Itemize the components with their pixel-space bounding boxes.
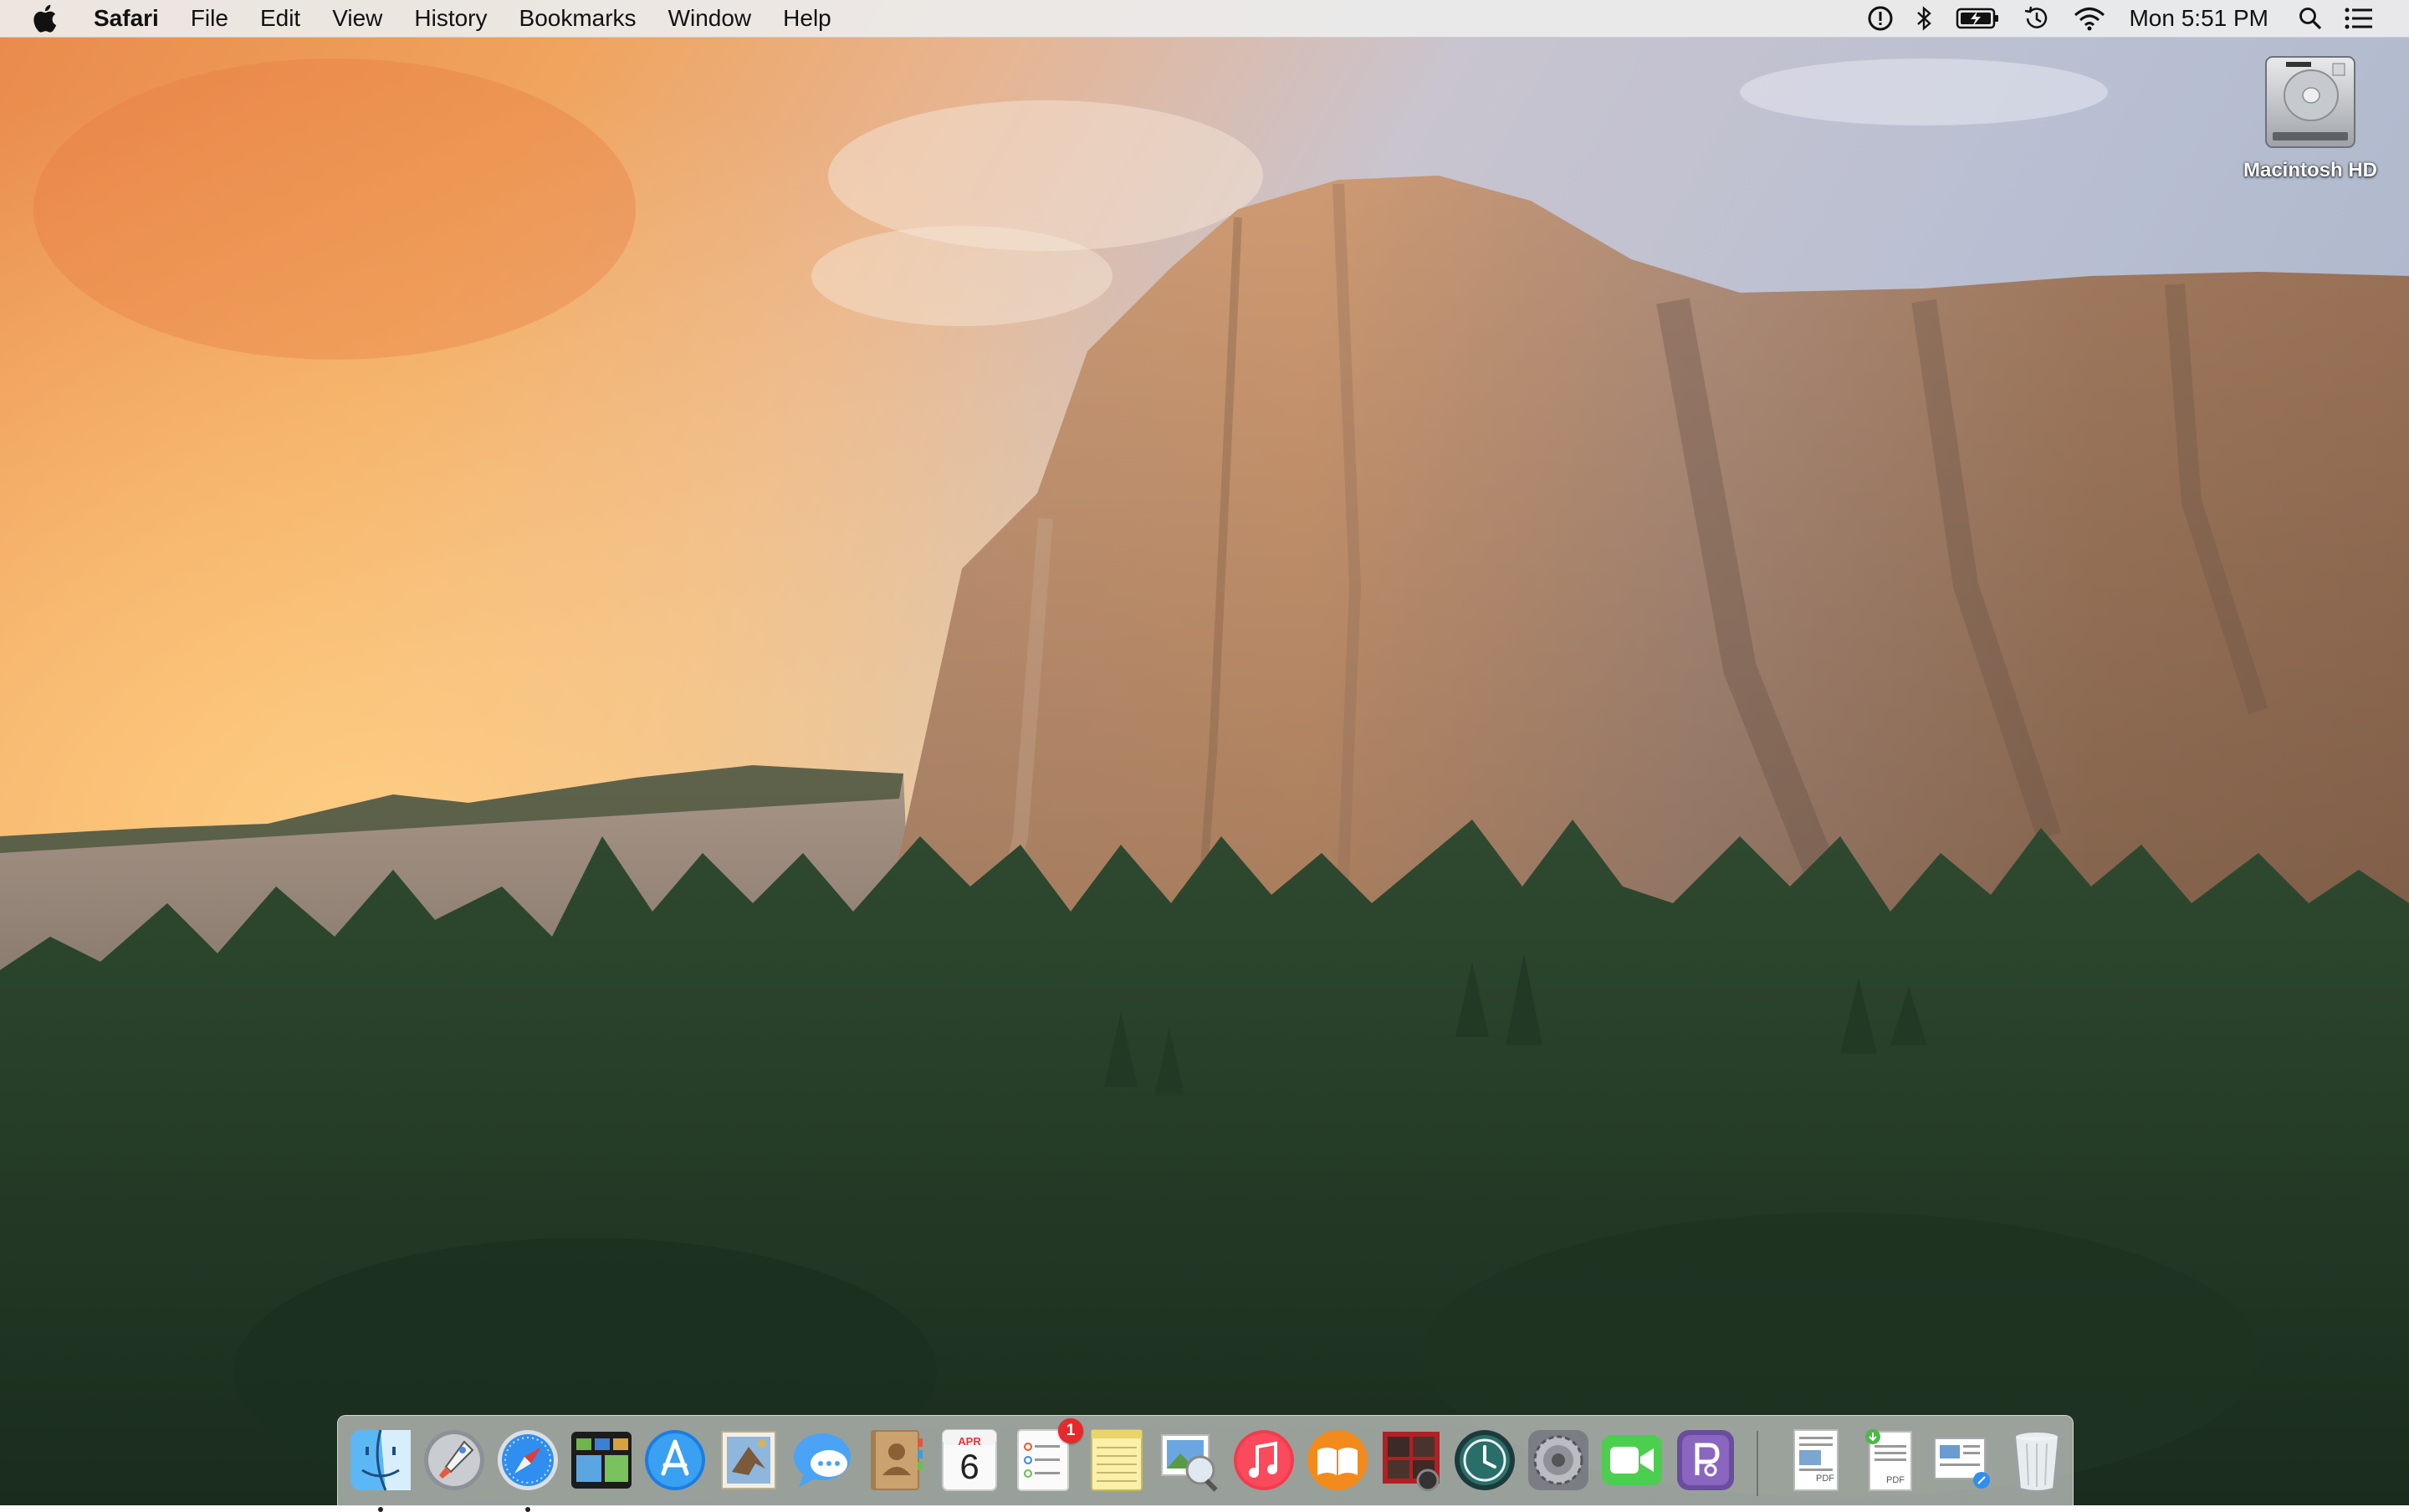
notes-icon [1091, 1429, 1143, 1491]
calendar-month: APR [958, 1435, 981, 1448]
menu-history[interactable]: History [398, 0, 503, 37]
desktop-icon-label: Macintosh HD [2243, 159, 2377, 181]
dock-facetime[interactable] [1598, 1427, 1665, 1494]
dock-time-machine[interactable] [1451, 1427, 1518, 1494]
dock-finder[interactable] [347, 1427, 414, 1512]
dock-trash[interactable] [2003, 1427, 2070, 1494]
screen-sharing-icon [1677, 1430, 1734, 1490]
dock-mail[interactable] [715, 1427, 782, 1494]
dock-screen-sharing[interactable] [1672, 1427, 1739, 1494]
dock-itunes[interactable] [1230, 1427, 1297, 1494]
facetime-icon [1602, 1435, 1662, 1485]
menu-window[interactable]: Window [652, 0, 768, 37]
menu-bar: Safari File Edit View History Bookmarks … [0, 0, 2409, 38]
wifi-icon[interactable] [2073, 0, 2106, 37]
calendar-day: 6 [959, 1447, 979, 1486]
messages-icon [794, 1433, 851, 1487]
time-machine-app-icon [1455, 1430, 1515, 1490]
spotlight-search-icon[interactable] [2298, 0, 2323, 37]
pdf-label: PDF [1816, 1474, 1834, 1484]
dock-downloads-stack[interactable] [1930, 1427, 1997, 1494]
app-store-icon [645, 1430, 705, 1490]
dock-calendar[interactable]: APR 6 [936, 1427, 1003, 1494]
menu-help[interactable]: Help [767, 0, 847, 37]
dock-messages[interactable] [789, 1427, 856, 1494]
dock-ibooks[interactable] [1304, 1427, 1371, 1494]
dock-pdf-document[interactable]: PDF [1782, 1427, 1849, 1494]
dock-system-preferences[interactable] [1525, 1427, 1592, 1494]
notification-badge: 1 [1058, 1418, 1083, 1443]
menu-left: Safari File Edit View History Bookmarks … [0, 0, 847, 37]
app-menu-safari[interactable]: Safari [85, 0, 175, 37]
finder-icon [350, 1429, 411, 1491]
menu-view[interactable]: View [316, 0, 398, 37]
downloads-stack-icon [1934, 1438, 1990, 1489]
notification-center-icon[interactable] [2345, 0, 2373, 37]
dock-reminders[interactable]: 1 [1010, 1418, 1083, 1494]
running-indicator [378, 1507, 383, 1512]
menu-edit[interactable]: Edit [244, 0, 316, 37]
itunes-icon [1234, 1430, 1294, 1490]
trash-icon [2014, 1431, 2059, 1492]
menu-bookmarks[interactable]: Bookmarks [504, 0, 652, 37]
dock-app-store[interactable] [642, 1427, 708, 1494]
pdf-label: PDF [1886, 1475, 1905, 1485]
menu-extras: Mon 5:51 PM [1856, 0, 2384, 37]
safari-icon [498, 1430, 558, 1490]
dock-separator [1757, 1431, 1758, 1496]
pdf-document-icon [1793, 1429, 1839, 1491]
preview-icon [1161, 1434, 1218, 1492]
dock-photo-booth[interactable] [1378, 1427, 1445, 1494]
dock-safari[interactable] [494, 1427, 561, 1512]
alert-circle-icon[interactable] [1867, 0, 1894, 37]
desktop-icon-macintosh-hd[interactable]: Macintosh HD [2222, 52, 2399, 182]
dock-contacts[interactable] [862, 1427, 929, 1494]
dock-launchpad[interactable] [421, 1427, 488, 1494]
bluetooth-icon[interactable] [1915, 0, 1934, 37]
system-preferences-icon [1528, 1430, 1588, 1490]
menu-file[interactable]: File [175, 0, 244, 37]
ibooks-icon [1307, 1430, 1368, 1490]
dock-mission-control[interactable] [568, 1427, 635, 1494]
dock: APR 6 1 PDF PDF [337, 1415, 2074, 1512]
dock-pdf-download[interactable]: PDF [1856, 1427, 1923, 1494]
running-indicator [525, 1507, 530, 1512]
mission-control-icon [571, 1432, 632, 1489]
dock-preview[interactable] [1157, 1427, 1224, 1494]
dock-notes[interactable] [1083, 1427, 1150, 1494]
menu-clock[interactable]: Mon 5:51 PM [2129, 0, 2268, 37]
hard-drive-icon [2261, 52, 2360, 152]
contacts-icon [871, 1430, 923, 1490]
time-machine-icon[interactable] [2023, 0, 2051, 37]
launchpad-icon [424, 1430, 484, 1490]
mail-icon [721, 1431, 776, 1489]
photo-booth-icon [1383, 1432, 1440, 1492]
battery-icon[interactable] [1956, 0, 2001, 37]
apple-menu-icon[interactable] [32, 0, 65, 37]
desktop-wallpaper [0, 0, 2409, 1505]
